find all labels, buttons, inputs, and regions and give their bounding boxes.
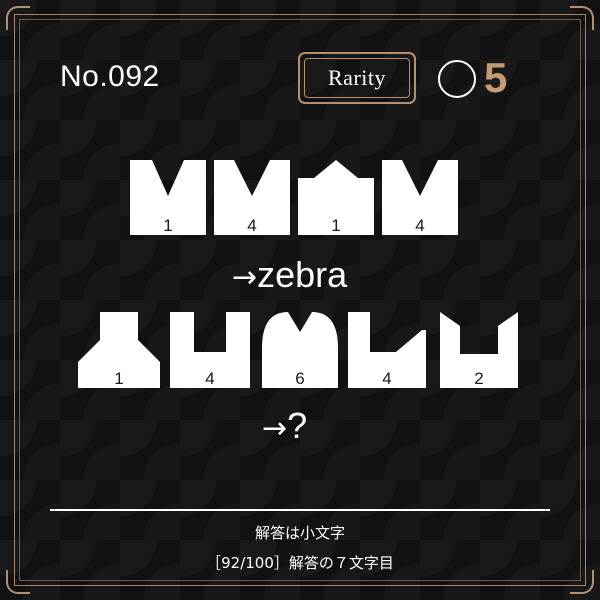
row2-tile-number: 1 <box>114 369 123 388</box>
puzzle-card: No.092 Rarity 5 1 4 1 4 1 4 6 4 2 →zebra… <box>0 0 600 600</box>
row1-tile-2: 4 <box>214 160 290 235</box>
row1-tile-number: 1 <box>163 216 172 235</box>
arrow-right-icon: → <box>262 411 288 446</box>
row1-tile-number: 1 <box>331 216 340 235</box>
divider <box>50 509 550 511</box>
row2-tile-5: 2 <box>440 312 518 388</box>
row1-tile-3: 1 <box>298 160 374 235</box>
row1-tile-number: 4 <box>247 216 256 235</box>
row1-tile-number: 4 <box>415 216 424 235</box>
row2-tile-4: 4 <box>348 312 426 388</box>
progress-hint: ［92/100］解答の７文字目 <box>206 554 394 572</box>
row2-tile-1: 1 <box>78 312 160 388</box>
row1-tile-1: 1 <box>130 160 206 235</box>
row2-tile-number: 2 <box>474 369 483 388</box>
row2-tile-number: 6 <box>295 369 304 388</box>
row2-tile-number: 4 <box>205 369 214 388</box>
row2-answer: →? <box>262 408 307 447</box>
row2-tile-number: 4 <box>382 369 391 388</box>
arrow-right-icon: → <box>232 260 258 295</box>
row2-tile-3: 6 <box>262 312 338 388</box>
row1-tile-4: 4 <box>382 160 458 235</box>
row2-tile-2: 4 <box>170 312 250 388</box>
row1-answer: →zebra <box>232 257 347 296</box>
answer-hint: 解答は小文字 <box>254 524 345 542</box>
row1-answer-text: zebra <box>257 254 348 295</box>
row2-answer-text: ? <box>287 405 308 446</box>
